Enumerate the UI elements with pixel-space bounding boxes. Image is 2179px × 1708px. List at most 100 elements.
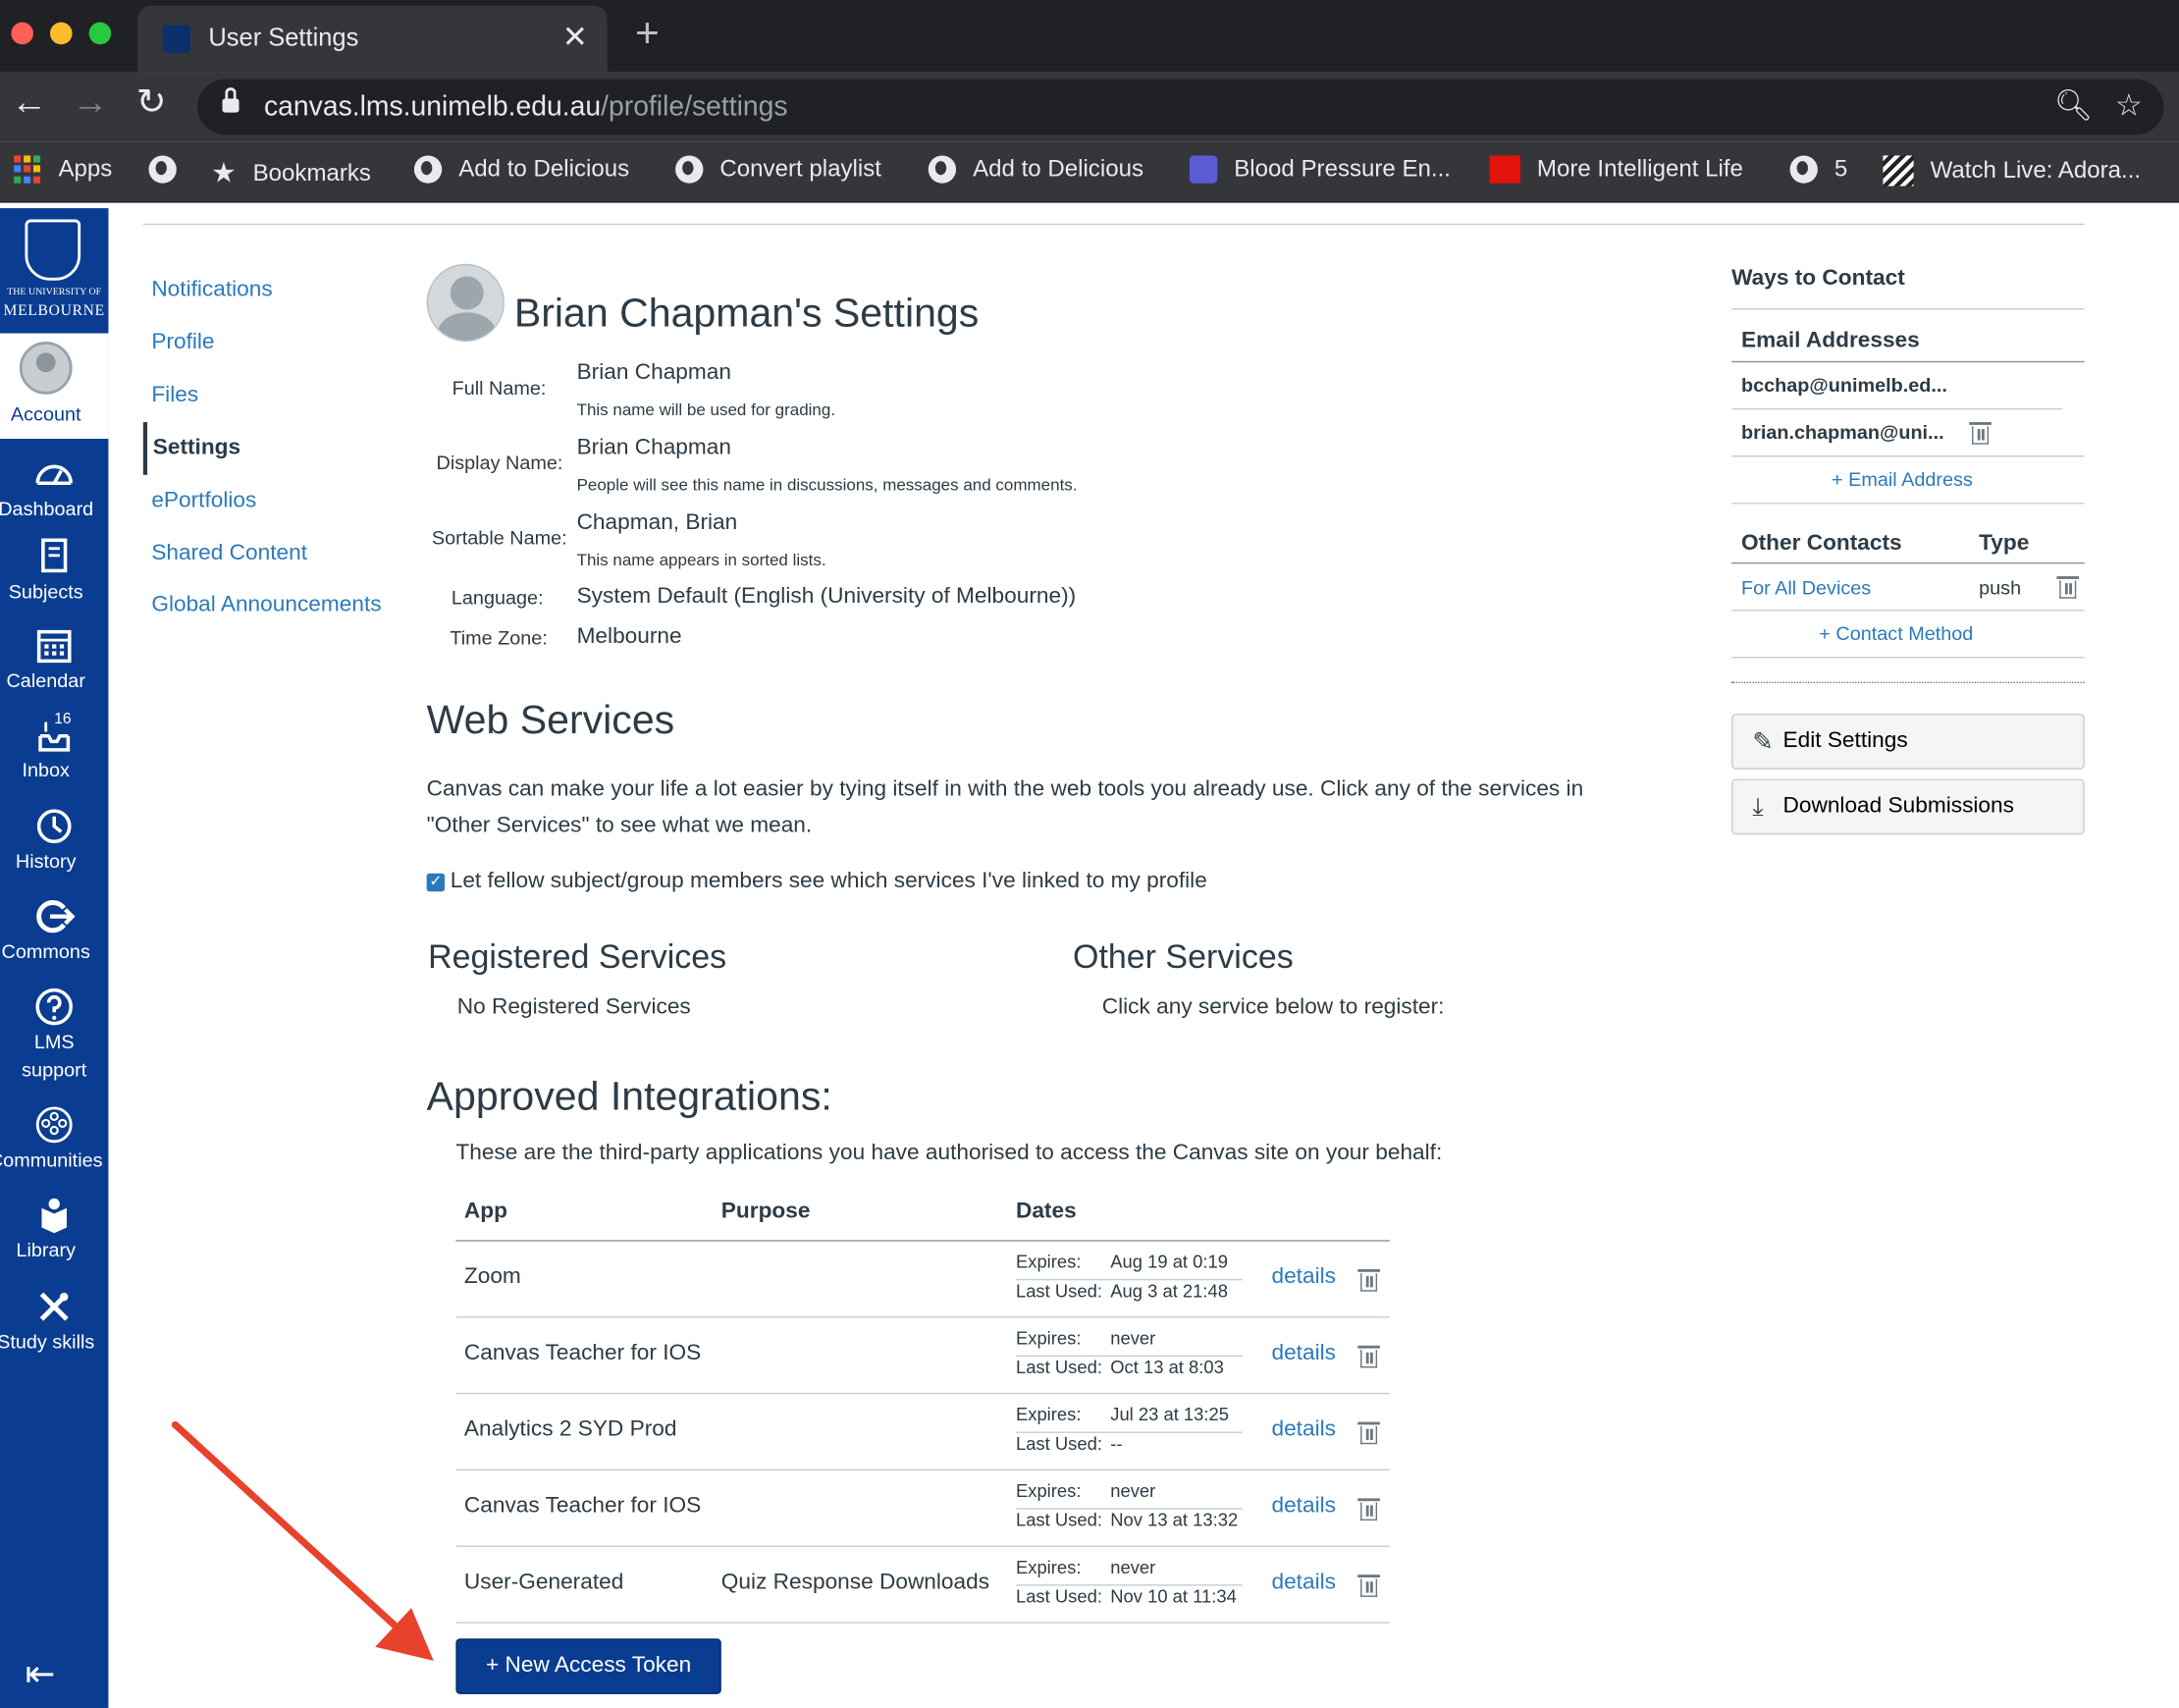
browser-tab[interactable]: User Settings ✕	[137, 5, 608, 73]
delete-contact-icon[interactable]	[2056, 576, 2080, 599]
global-nav-history[interactable]: History	[0, 805, 108, 875]
inbox-badge: 16	[54, 711, 72, 728]
bookmark-bookmarks[interactable]: ★ Bookmarks	[211, 155, 371, 189]
bookmark-star-icon[interactable]: ☆	[2115, 89, 2143, 121]
app-name: Canvas Teacher for IOS	[463, 1494, 702, 1519]
global-nav-library[interactable]: Library	[0, 1195, 108, 1264]
subjects-label: Subjects	[8, 580, 83, 603]
registered-services-heading: Registered Services	[428, 938, 727, 977]
bookmark-5[interactable]: 5	[1789, 155, 1847, 184]
bookmark-watch-live[interactable]: Watch Live: Adora...	[1883, 155, 2141, 187]
app-name: Canvas Teacher for IOS	[463, 1341, 702, 1365]
details-link[interactable]: details	[1271, 1342, 1335, 1366]
nav-notifications[interactable]: Notifications	[143, 264, 394, 317]
table-row: Canvas Teacher for IOS Expires: never La…	[455, 1470, 1390, 1547]
forward-icon[interactable]: →	[73, 83, 109, 120]
profile-avatar[interactable]	[426, 263, 505, 342]
delete-icon[interactable]	[1357, 1268, 1380, 1292]
add-contact-method-link[interactable]: + Contact Method	[1819, 622, 1973, 645]
global-nav-inbox[interactable]: 16 Inbox	[0, 711, 108, 783]
expires-value: never	[1110, 1479, 1156, 1502]
bookmark-add-to-delicious[interactable]: Add to Delicious	[413, 155, 629, 184]
browser-tab-bar: User Settings ✕ +	[0, 0, 2179, 73]
share-services-checkbox[interactable]: ✓	[426, 873, 446, 891]
display-name-hint: People will see this name in discussions…	[576, 474, 1078, 495]
contact-for-all-devices[interactable]: For All Devices	[1741, 576, 1871, 599]
ways-to-contact-title: Ways to Contact	[1731, 266, 1905, 291]
zoom-window-dot[interactable]	[88, 22, 112, 45]
book-icon	[41, 538, 68, 573]
nav-profile[interactable]: Profile	[143, 317, 394, 370]
history-label: History	[15, 849, 77, 873]
global-nav-subjects[interactable]: Subjects	[0, 536, 108, 606]
sidebar-divider	[1731, 503, 2085, 505]
annotation-arrow-icon	[171, 1420, 434, 1661]
details-link[interactable]: details	[1271, 1571, 1335, 1595]
bookmark-globe[interactable]	[148, 155, 177, 184]
back-icon[interactable]: ←	[11, 83, 47, 120]
last-used-value: Nov 13 at 13:32	[1110, 1509, 1239, 1530]
global-nav-lms-support[interactable]: LMS support	[0, 986, 108, 1083]
delete-icon[interactable]	[1357, 1575, 1380, 1597]
global-nav-communities[interactable]: Communities	[0, 1104, 108, 1174]
delete-icon[interactable]	[1357, 1498, 1380, 1521]
last-used-label: Last Used:	[1015, 1585, 1102, 1607]
search-icon[interactable]: 🔍︎	[2054, 89, 2094, 121]
global-nav-dashboard[interactable]: Dashboard	[0, 453, 108, 522]
university-logo[interactable]: THE UNIVERSITY OF MELBOURNE	[0, 208, 109, 334]
email-addresses-heading: Email Addresses	[1741, 329, 1920, 353]
sortable-name-hint: This name appears in sorted lists.	[576, 550, 826, 569]
nav-eportfolios[interactable]: ePortfolios	[143, 475, 394, 528]
library-icon	[41, 1198, 67, 1234]
full-name-value: Brian Chapman	[576, 360, 731, 385]
clock-icon	[36, 809, 72, 844]
global-nav-calendar[interactable]: Calendar	[0, 625, 108, 695]
bookmark-convert-playlist[interactable]: Convert playlist	[675, 155, 881, 184]
address-bar[interactable]: canvas.lms.unimelb.edu.au/profile/settin…	[197, 79, 2164, 135]
sidebar-divider	[1731, 407, 2063, 410]
type-heading: Type	[1979, 531, 2030, 556]
integrations-table: App Purpose Dates Zoom Expires: Aug 19 a…	[455, 1192, 1390, 1624]
close-window-dot[interactable]	[11, 22, 33, 45]
help-icon	[35, 987, 73, 1026]
bookmark-blood-pressure[interactable]: Blood Pressure En...	[1189, 155, 1451, 184]
bookmark-add-to-delicious-2[interactable]: Add to Delicious	[928, 155, 1143, 184]
details-link[interactable]: details	[1271, 1417, 1335, 1442]
close-tab-icon[interactable]: ✕	[562, 20, 588, 56]
reload-icon[interactable]: ↻	[136, 83, 167, 120]
nav-settings[interactable]: Settings	[142, 422, 394, 475]
stripes-icon	[1883, 155, 1914, 187]
study-skills-label: Study skills	[0, 1330, 95, 1353]
nav-files[interactable]: Files	[143, 369, 394, 422]
delete-email-icon[interactable]	[1969, 422, 1992, 445]
details-link[interactable]: details	[1271, 1265, 1335, 1290]
expires-label: Expires:	[1015, 1251, 1082, 1272]
email-primary[interactable]: bcchap@unimelb.ed...	[1741, 374, 1947, 397]
collapse-nav-icon[interactable]: ⇤	[25, 1652, 55, 1695]
download-submissions-button[interactable]: ⤓ Download Submissions	[1731, 778, 2085, 835]
bookmark-more-intelligent-life[interactable]: More Intelligent Life	[1489, 155, 1743, 184]
table-header: App Purpose Dates	[455, 1192, 1390, 1242]
email-secondary[interactable]: brian.chapman@uni...	[1741, 421, 1944, 444]
sidebar-divider	[1731, 454, 2085, 457]
new-tab-icon[interactable]: +	[635, 13, 660, 55]
dashboard-icon	[35, 464, 73, 486]
nav-global-announcements[interactable]: Global Announcements	[143, 580, 394, 650]
globe-icon	[675, 155, 704, 184]
delete-icon[interactable]	[1357, 1421, 1380, 1445]
global-nav-commons[interactable]: Commons	[0, 895, 108, 965]
new-access-token-button[interactable]: + New Access Token	[455, 1638, 721, 1694]
add-email-link[interactable]: + Email Address	[1832, 468, 1973, 491]
global-nav-study-skills[interactable]: Study skills	[0, 1286, 108, 1356]
nav-shared-content[interactable]: Shared Content	[143, 528, 394, 581]
display-name-label: Display Name:	[436, 451, 563, 474]
delete-icon[interactable]	[1357, 1345, 1380, 1368]
url-text[interactable]: canvas.lms.unimelb.edu.au/profile/settin…	[264, 91, 788, 124]
edit-settings-button[interactable]: ✎ Edit Settings	[1731, 714, 2085, 770]
bookmark-apps[interactable]: Apps	[14, 155, 112, 184]
other-services-heading: Other Services	[1073, 938, 1294, 977]
commons-label: Commons	[1, 939, 90, 963]
details-link[interactable]: details	[1271, 1494, 1335, 1519]
minimize-window-dot[interactable]	[49, 22, 73, 45]
global-nav-account[interactable]: Account	[0, 333, 109, 440]
